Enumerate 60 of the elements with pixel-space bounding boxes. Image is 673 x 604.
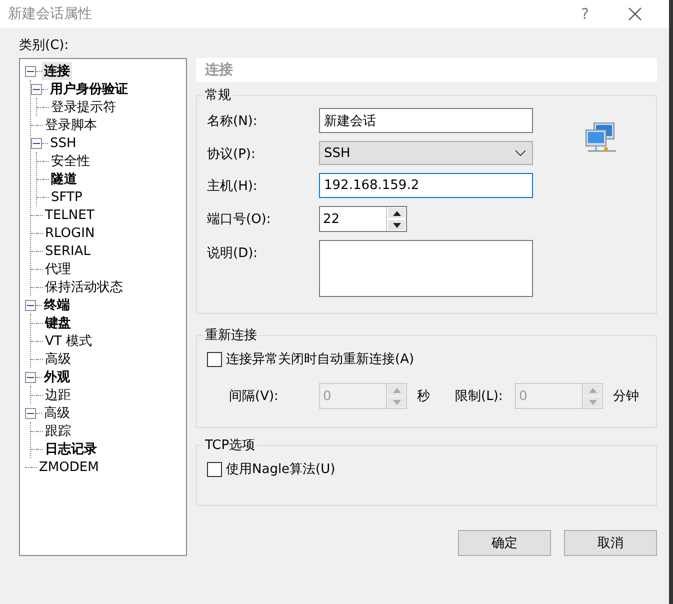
tree-item[interactable]: 安全性 <box>49 152 92 170</box>
unit-label: 秒 <box>417 388 431 405</box>
field-label: 说明(D): <box>207 245 259 262</box>
collapse-icon[interactable] <box>31 84 42 94</box>
tree-item[interactable]: 登录提示符 <box>49 98 118 116</box>
window-title: 新建会话属性 <box>8 5 93 23</box>
tree-item[interactable]: RLOGIN <box>43 226 97 240</box>
dialog-button[interactable]: 确定 <box>458 530 551 556</box>
collapse-icon[interactable] <box>31 138 42 148</box>
tree-item[interactable]: 高级 <box>42 404 72 422</box>
tree-item[interactable]: 终端 <box>42 296 72 314</box>
tree-item[interactable]: 跟踪 <box>43 422 73 440</box>
field-label: 间隔(V): <box>229 388 280 405</box>
spin-box[interactable]: 22 <box>319 206 407 232</box>
field-label: 端口号(O): <box>207 211 272 228</box>
collapse-icon[interactable] <box>25 66 36 76</box>
group-title: TCP选项 <box>204 437 256 454</box>
tree-item[interactable]: TELNET <box>43 208 96 222</box>
tree-item[interactable]: ZMODEM <box>37 460 101 474</box>
network-computers-icon <box>584 122 618 154</box>
field-label: 限制(L): <box>455 388 504 405</box>
tree-item[interactable]: 登录脚本 <box>43 116 99 134</box>
tree-item[interactable]: SFTP <box>49 190 84 204</box>
help-button[interactable]: ? <box>560 5 610 23</box>
tree-item[interactable]: 键盘 <box>43 314 73 332</box>
field-label: 名称(N): <box>207 113 258 130</box>
unit-label: 分钟 <box>613 388 639 405</box>
field-label: 协议(P): <box>207 146 256 163</box>
dialog-button[interactable]: 取消 <box>564 530 657 556</box>
description-field[interactable] <box>319 240 533 297</box>
group-title: 常规 <box>204 87 232 104</box>
text-field[interactable]: 192.168.159.2 <box>319 173 533 198</box>
tree-item[interactable]: 隧道 <box>49 170 79 188</box>
close-icon[interactable] <box>628 7 642 21</box>
chevron-down-icon <box>515 150 526 156</box>
checkbox[interactable] <box>207 352 222 366</box>
panel-title: 连接 <box>196 58 657 82</box>
tree-item[interactable]: VT 模式 <box>43 332 94 350</box>
tree-item[interactable]: 边距 <box>43 386 73 404</box>
tree-item[interactable]: SSH <box>48 136 78 150</box>
tree-item[interactable]: SERIAL <box>43 244 92 258</box>
category-label: 类别(C): <box>19 37 69 54</box>
tree-item[interactable]: 高级 <box>43 350 73 368</box>
tree-item[interactable]: 用户身份验证 <box>48 80 130 98</box>
protocol-dropdown[interactable]: SSH <box>319 141 533 165</box>
collapse-icon[interactable] <box>25 372 36 382</box>
checkbox-label: 使用Nagle算法(U) <box>226 461 336 478</box>
number-field[interactable]: 22 <box>320 207 386 231</box>
tree-item[interactable]: 保持活动状态 <box>43 278 125 296</box>
tree-item[interactable]: 连接 <box>42 62 72 80</box>
tree-item[interactable]: 外观 <box>42 368 72 386</box>
tree-item[interactable]: 日志记录 <box>43 440 99 458</box>
field-label: 主机(H): <box>207 178 258 195</box>
tree-item[interactable]: 代理 <box>43 260 73 278</box>
checkbox[interactable] <box>207 462 222 476</box>
collapse-icon[interactable] <box>25 300 36 310</box>
text-field[interactable]: 新建会话 <box>319 108 533 133</box>
checkbox-label: 连接异常关闭时自动重新连接(A) <box>226 351 414 368</box>
group-title: 重新连接 <box>204 327 258 344</box>
collapse-icon[interactable] <box>25 408 36 418</box>
